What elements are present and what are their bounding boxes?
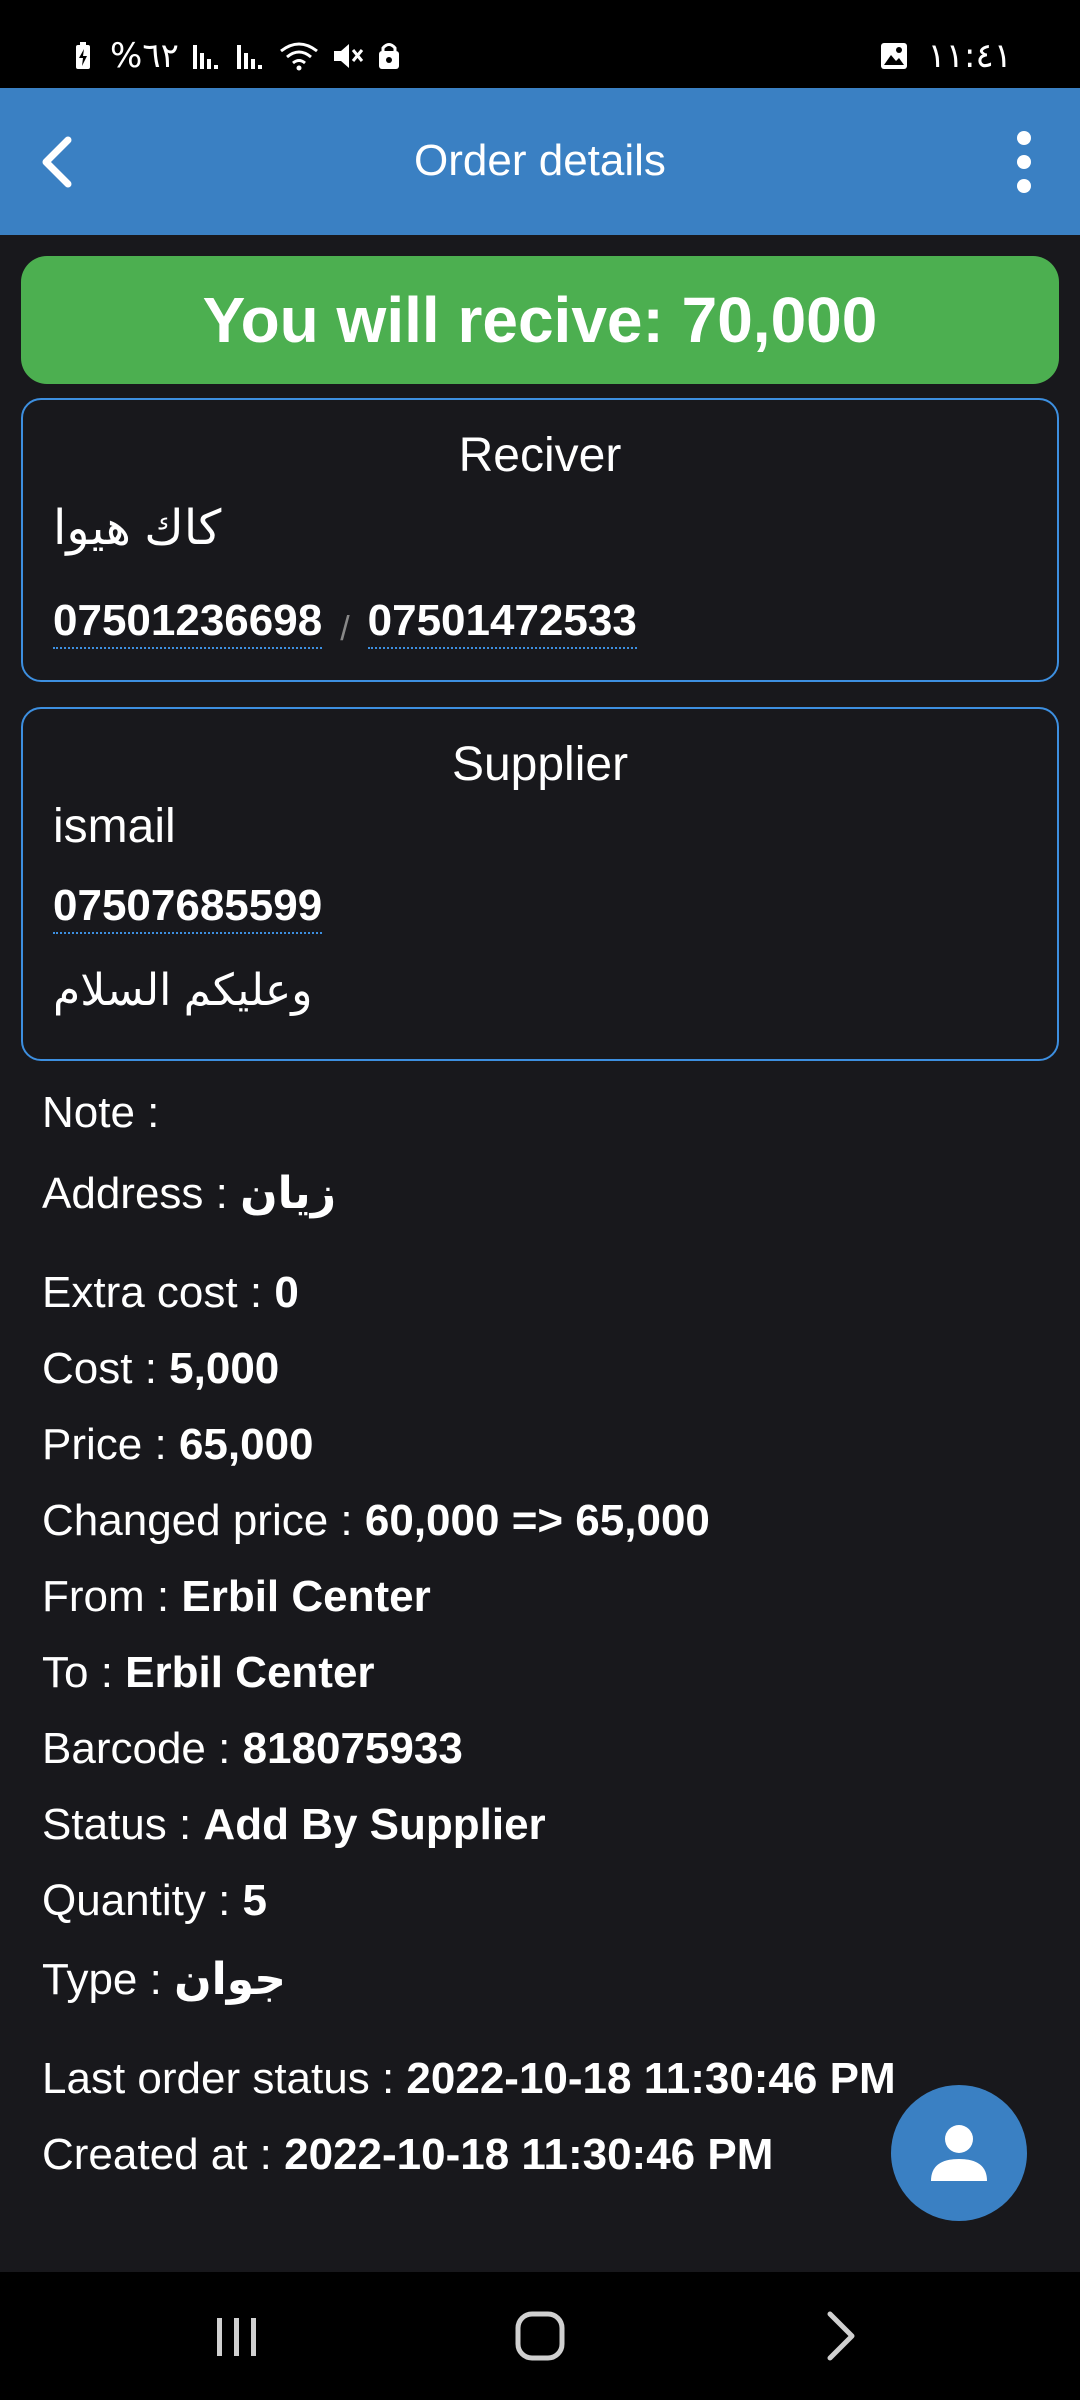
mute-icon <box>333 44 364 68</box>
quantity-row: Quantity : 5 <box>42 1876 267 1926</box>
supplier-card: Supplier ismail 07507685599 وعليكم السلا… <box>21 707 1059 1061</box>
price-label: Price : <box>42 1420 167 1469</box>
address-row: Address : زيان <box>42 1168 336 1219</box>
status-row: Status : Add By Supplier <box>42 1800 546 1850</box>
phone-separator: / <box>340 610 350 648</box>
more-menu-button[interactable] <box>988 124 1060 200</box>
more-vert-icon <box>1017 131 1031 193</box>
from-row: From : Erbil Center <box>42 1572 431 1622</box>
supplier-title: Supplier <box>451 738 629 791</box>
supplier-name: ismail <box>53 800 176 853</box>
receiver-phone-2[interactable]: 07501472533 <box>367 596 637 649</box>
extra-cost-label: Extra cost : <box>42 1268 263 1317</box>
cost-row: Cost : 5,000 <box>42 1344 279 1394</box>
created-at-row: Created at : 2022-10-18 11:30:46 PM <box>42 2130 773 2180</box>
receive-amount-banner: You will recive: 70,000 <box>21 256 1059 384</box>
type-row: Type : جوان <box>42 1954 286 2005</box>
changed-price-label: Changed price : <box>42 1496 353 1545</box>
battery-icon <box>76 42 90 69</box>
home-button[interactable] <box>500 2296 580 2376</box>
from-value: Erbil Center <box>181 1572 431 1621</box>
to-label: To : <box>42 1648 113 1697</box>
created-at-label: Created at : <box>42 2130 272 2179</box>
changed-price-row: Changed price : 60,000 => 65,000 <box>42 1496 710 1546</box>
cost-value: 5,000 <box>169 1344 280 1393</box>
from-label: From : <box>42 1572 170 1621</box>
created-at-value: 2022-10-18 11:30:46 PM <box>284 2130 774 2179</box>
status-bar: %٦٢ ١١:٤١ <box>0 0 1080 88</box>
note-label: Note : <box>42 1088 160 1137</box>
home-icon <box>515 2311 565 2361</box>
receiver-phones: 07501236698 / 07501472533 <box>53 596 637 649</box>
receiver-phone-1[interactable]: 07501236698 <box>53 596 323 649</box>
receiver-card: Reciver كاك هيوا 07501236698 / 075014725… <box>21 398 1059 682</box>
address-value: زيان <box>240 1169 337 1218</box>
barcode-value: 818075933 <box>242 1724 463 1773</box>
status-value: Add By Supplier <box>203 1800 546 1849</box>
contact-fab-button[interactable] <box>891 2085 1027 2221</box>
extra-cost-value: 0 <box>274 1268 299 1317</box>
receiver-name: كاك هيوا <box>53 502 222 555</box>
to-row: To : Erbil Center <box>42 1648 375 1698</box>
receiver-title: Reciver <box>458 429 622 482</box>
back-icon <box>827 2311 855 2361</box>
address-label: Address : <box>42 1169 228 1218</box>
clock: ١١:٤١ <box>927 36 1012 76</box>
last-status-label: Last order status : <box>42 2054 395 2103</box>
supplier-phones: 07507685599 <box>53 881 323 934</box>
type-label: Type : <box>42 1955 162 2004</box>
system-nav-bar <box>0 2272 1080 2400</box>
barcode-label: Barcode : <box>42 1724 231 1773</box>
page-title: Order details <box>414 136 666 185</box>
price-row: Price : 65,000 <box>42 1420 314 1470</box>
extra-cost-row: Extra cost : 0 <box>42 1268 299 1318</box>
status-label: Status : <box>42 1800 192 1849</box>
signal-icon <box>236 45 262 69</box>
quantity-label: Quantity : <box>42 1876 231 1925</box>
supplier-phone[interactable]: 07507685599 <box>53 881 323 934</box>
status-bar-left: %٦٢ <box>68 36 401 76</box>
recent-apps-button[interactable] <box>197 2296 277 2376</box>
to-value: Erbil Center <box>125 1648 375 1697</box>
note-row: Note : <box>42 1088 159 1138</box>
signal-icon <box>192 45 218 69</box>
recent-apps-icon <box>217 2318 256 2356</box>
price-value: 65,000 <box>178 1420 314 1469</box>
status-bar-right: ١١:٤١ <box>879 36 1012 76</box>
back-nav-button[interactable] <box>800 2296 880 2376</box>
last-status-row: Last order status : 2022-10-18 11:30:46 … <box>42 2054 896 2104</box>
cost-label: Cost : <box>42 1344 157 1393</box>
barcode-row: Barcode : 818075933 <box>42 1724 463 1774</box>
quantity-value: 5 <box>242 1876 268 1925</box>
person-icon <box>931 2125 987 2181</box>
gallery-icon <box>881 43 908 69</box>
app-bar: Order details <box>0 88 1080 235</box>
changed-price-value: 60,000 => 65,000 <box>364 1496 710 1545</box>
last-status-value: 2022-10-18 11:30:46 PM <box>406 2054 896 2103</box>
wifi-icon <box>279 42 318 71</box>
supplier-note: وعليكم السلام <box>53 966 313 1015</box>
type-value: جوان <box>174 1955 287 2004</box>
battery-percent: %٦٢ <box>110 36 179 76</box>
lock-icon <box>378 43 399 69</box>
